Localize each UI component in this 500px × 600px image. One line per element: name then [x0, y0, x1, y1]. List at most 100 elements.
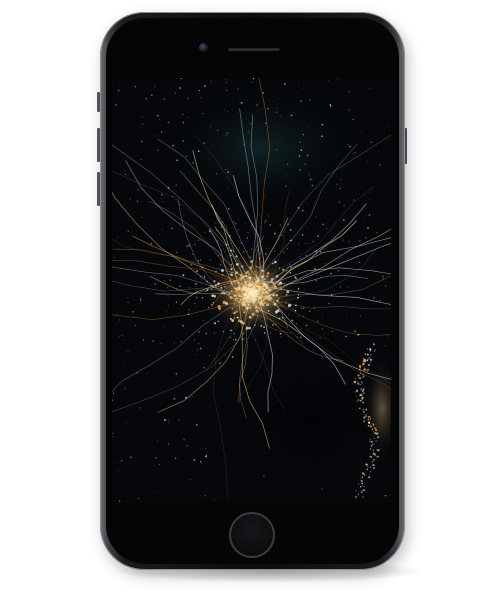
- light-point: [265, 122, 267, 124]
- light-point: [169, 279, 171, 281]
- coast-light-point: [364, 474, 366, 476]
- light-point: [366, 151, 367, 152]
- light-point: [240, 242, 243, 244]
- light-point: [300, 149, 303, 152]
- light-point: [276, 107, 278, 109]
- light-point: [173, 342, 175, 344]
- light-point: [228, 234, 231, 237]
- coast-light-point: [358, 365, 362, 368]
- coast-light-point: [357, 381, 359, 383]
- light-point: [214, 358, 215, 360]
- light-point: [329, 103, 331, 106]
- light-point: [299, 169, 301, 171]
- light-point: [185, 396, 187, 399]
- light-point: [154, 283, 156, 285]
- light-point: [267, 107, 269, 110]
- coast-light-point: [368, 476, 371, 479]
- light-point: [264, 194, 266, 196]
- light-point: [247, 130, 249, 133]
- coast-light-point: [358, 377, 360, 379]
- light-point: [174, 92, 176, 94]
- light-point: [176, 251, 178, 253]
- light-point: [313, 307, 316, 309]
- light-point: [122, 362, 124, 364]
- light-point: [299, 141, 301, 143]
- light-point: [256, 104, 258, 106]
- light-point: [298, 155, 301, 157]
- light-point: [215, 223, 217, 224]
- light-point: [378, 151, 380, 153]
- light-point: [198, 89, 200, 92]
- light-point: [188, 287, 190, 289]
- light-point: [224, 108, 226, 110]
- light-point: [246, 237, 248, 239]
- light-point: [140, 213, 142, 215]
- light-point: [315, 216, 317, 218]
- light-point: [274, 232, 276, 235]
- light-point: [130, 456, 132, 458]
- light-point: [370, 141, 372, 144]
- light-point: [162, 201, 164, 203]
- light-point: [368, 214, 371, 216]
- light-point: [218, 217, 220, 220]
- home-button-icon[interactable]: [229, 512, 275, 558]
- light-point: [348, 240, 350, 243]
- coast-light-point: [361, 482, 364, 485]
- light-point: [129, 123, 131, 125]
- light-point: [197, 150, 200, 153]
- light-point: [321, 488, 323, 490]
- light-point: [354, 151, 356, 154]
- light-point: [348, 91, 350, 93]
- light-point: [280, 336, 282, 338]
- coast-light-point: [355, 496, 358, 499]
- light-point: [359, 314, 362, 317]
- light-point: [140, 299, 142, 301]
- light-point: [175, 184, 177, 186]
- light-point: [226, 132, 228, 134]
- light-point: [221, 221, 224, 223]
- light-point: [349, 145, 351, 148]
- light-point: [157, 149, 159, 151]
- light-point: [251, 81, 253, 83]
- light-point: [179, 285, 181, 287]
- light-point: [141, 140, 143, 143]
- light-point: [179, 87, 182, 89]
- light-point: [178, 419, 180, 421]
- light-point: [337, 269, 340, 272]
- coast-light-point: [354, 378, 357, 380]
- light-point: [180, 340, 182, 343]
- night-city-wallpaper: [112, 78, 391, 502]
- light-point: [205, 448, 207, 450]
- light-point: [328, 302, 330, 305]
- light-point: [347, 287, 348, 288]
- light-point: [209, 230, 211, 233]
- coast-light-point: [359, 478, 361, 479]
- coast-light-point: [363, 368, 365, 371]
- light-point: [387, 335, 389, 337]
- light-point: [172, 195, 174, 198]
- light-point: [228, 355, 230, 357]
- light-point: [227, 111, 229, 112]
- coast-light-point: [366, 348, 369, 350]
- light-point: [127, 297, 129, 298]
- light-point: [352, 153, 354, 155]
- light-point: [322, 223, 324, 226]
- light-point: [317, 108, 318, 110]
- light-point: [302, 134, 304, 136]
- light-point: [379, 300, 381, 302]
- light-point: [188, 244, 190, 246]
- light-point: [196, 310, 197, 312]
- light-point: [224, 79, 226, 81]
- light-point: [388, 125, 389, 127]
- light-point: [127, 301, 129, 304]
- phone-screen[interactable]: [112, 78, 391, 502]
- light-point: [132, 310, 134, 313]
- light-point: [237, 88, 239, 90]
- light-point: [239, 235, 241, 237]
- light-point: [239, 102, 241, 104]
- light-point: [376, 231, 378, 234]
- light-point: [370, 191, 372, 193]
- coast-light-point: [367, 466, 369, 468]
- light-point: [347, 179, 349, 181]
- coast-light-point: [364, 353, 367, 355]
